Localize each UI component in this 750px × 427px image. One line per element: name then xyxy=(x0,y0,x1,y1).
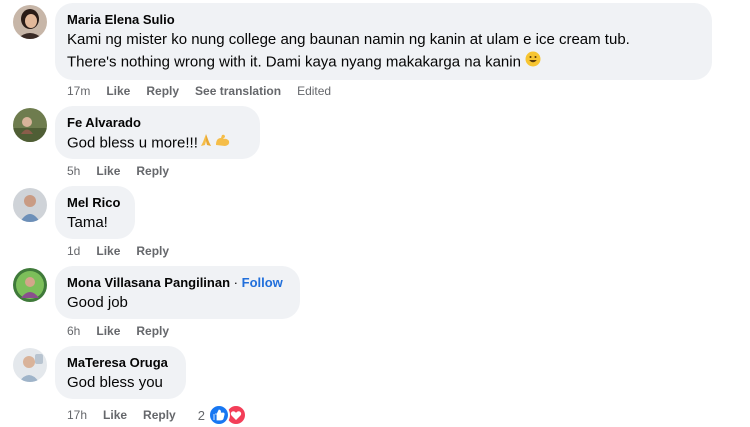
author-name[interactable]: Mel Rico xyxy=(67,194,123,212)
reply-button[interactable]: Reply xyxy=(146,84,179,98)
comment-bubble: Fe Alvarado God bless u more!!! xyxy=(55,106,260,159)
like-button[interactable]: Like xyxy=(106,84,130,98)
avatar[interactable] xyxy=(13,188,47,222)
like-button[interactable]: Like xyxy=(96,164,120,178)
see-translation-button[interactable]: See translation xyxy=(195,84,281,98)
follow-button[interactable]: Follow xyxy=(242,275,283,290)
like-button[interactable]: Like xyxy=(96,324,120,338)
comment-bubble: Mel Rico Tama! xyxy=(55,186,135,239)
reaction-summary[interactable]: 2 xyxy=(198,404,247,426)
avatar[interactable] xyxy=(13,5,47,39)
like-button[interactable]: Like xyxy=(103,408,127,422)
smiling-face-emoji xyxy=(525,51,541,74)
comment-actions: 1d Like Reply xyxy=(67,244,185,258)
comment-text: Tama! xyxy=(67,214,108,231)
comment-text-line: Kami ng mister ko nung college ang bauna… xyxy=(67,29,700,51)
comment-text: Good job xyxy=(67,294,128,311)
comment-actions: 6h Like Reply xyxy=(67,324,185,338)
avatar[interactable] xyxy=(13,348,47,382)
author-name-row: Mona Villasana Pangilinan · Follow xyxy=(67,274,288,292)
comment-bubble: Maria Elena Sulio Kami ng mister ko nung… xyxy=(55,3,712,80)
comment-text-line: There's nothing wrong with it. Dami kaya… xyxy=(67,51,700,74)
like-button[interactable]: Like xyxy=(96,244,120,258)
comment-timestamp[interactable]: 17h xyxy=(67,408,87,422)
reply-button[interactable]: Reply xyxy=(143,408,176,422)
folded-hands-emoji xyxy=(198,132,214,155)
comment-actions: 5h Like Reply xyxy=(67,164,185,178)
comment-actions: 17h Like Reply 2 xyxy=(67,404,247,426)
comment-bubble: MaTeresa Oruga God bless you xyxy=(55,346,186,399)
author-name[interactable]: Maria Elena Sulio xyxy=(67,11,700,29)
reaction-count: 2 xyxy=(197,407,205,423)
comment-actions: 17m Like Reply See translation Edited xyxy=(67,84,331,98)
comment-timestamp[interactable]: 6h xyxy=(67,324,80,338)
comment-text: God bless u more!!! xyxy=(67,134,198,152)
reply-button[interactable]: Reply xyxy=(136,324,169,338)
comment-bubble: Mona Villasana Pangilinan · Follow Good … xyxy=(55,266,300,319)
comment-timestamp[interactable]: 5h xyxy=(67,164,80,178)
comment-text-line: God bless u more!!! xyxy=(67,132,248,155)
author-name[interactable]: Fe Alvarado xyxy=(67,114,248,132)
reply-button[interactable]: Reply xyxy=(136,164,169,178)
comment-text: God bless you xyxy=(67,374,163,391)
comment-text: There's nothing wrong with it. Dami kaya… xyxy=(67,53,521,71)
thumbs-up-reaction-icon xyxy=(207,404,230,426)
author-name[interactable]: Mona Villasana Pangilinan xyxy=(67,275,230,290)
reply-button[interactable]: Reply xyxy=(136,244,169,258)
author-name[interactable]: MaTeresa Oruga xyxy=(67,354,174,372)
comment-text: Kami ng mister ko nung college ang bauna… xyxy=(67,31,630,48)
comment-timestamp[interactable]: 1d xyxy=(67,244,80,258)
comment-timestamp[interactable]: 17m xyxy=(67,84,90,98)
avatar[interactable] xyxy=(13,268,47,302)
flexed-biceps-emoji xyxy=(214,132,232,155)
avatar[interactable] xyxy=(13,108,47,142)
edited-label: Edited xyxy=(297,84,332,98)
separator-dot: · xyxy=(233,275,238,290)
